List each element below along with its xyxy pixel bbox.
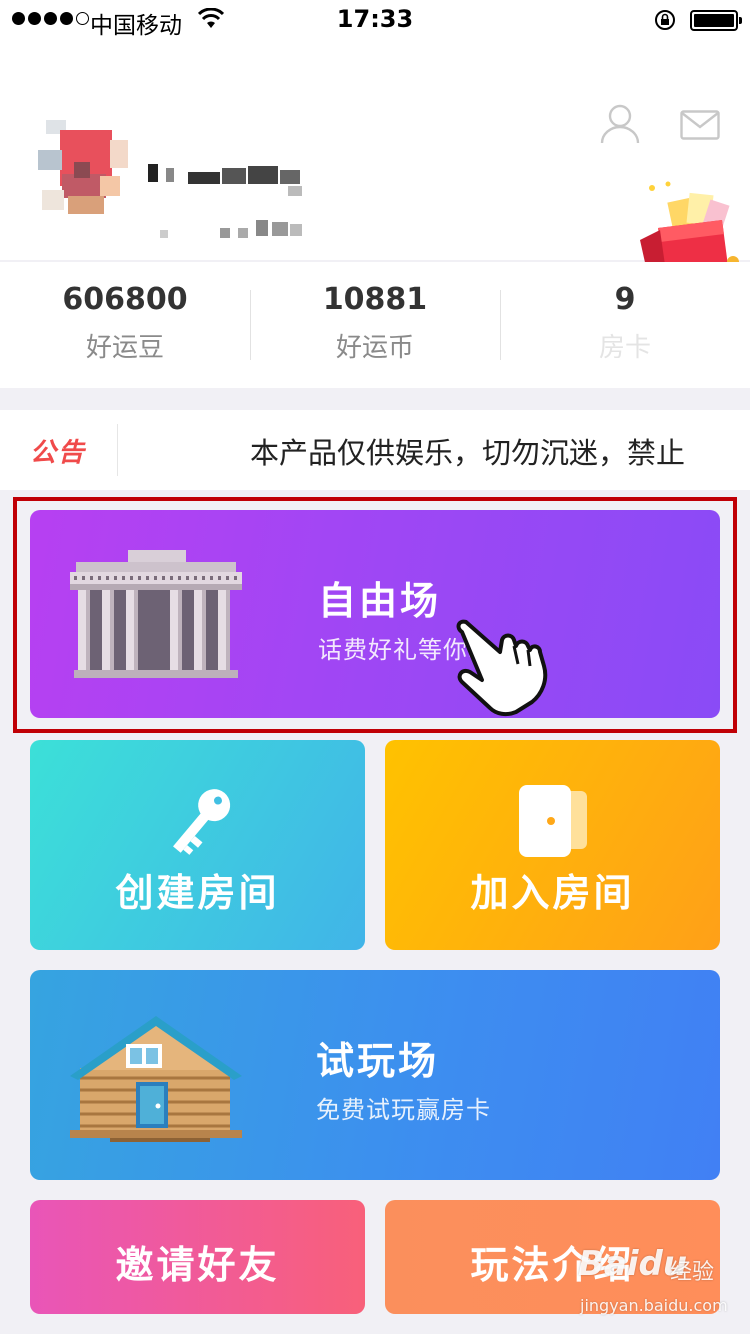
create-room-card[interactable]: 创建房间 (30, 740, 365, 950)
join-room-card[interactable]: 加入房间 (385, 740, 720, 950)
avatar[interactable] (38, 120, 130, 250)
free-mode-card[interactable]: 自由场 话费好礼等你拿 (30, 510, 720, 718)
key-icon (173, 789, 231, 855)
stats-bar: 606800 好运豆 10881 好运币 9 房卡 (0, 262, 750, 388)
user-icon[interactable] (600, 103, 640, 145)
card-title: 自由场 (318, 579, 442, 623)
stat-value: 9 (614, 282, 636, 317)
status-time: 17:33 (336, 5, 414, 33)
door-icon (519, 785, 587, 857)
card-title: 创建房间 (115, 871, 280, 915)
announcement-bar[interactable]: 公告 本产品仅供娱乐，切勿沉迷，禁止 (0, 410, 750, 490)
mail-icon[interactable] (680, 110, 720, 140)
watermark-site: jingyan.baidu.com (580, 1296, 728, 1315)
stat-label: 好运币 (335, 333, 414, 363)
stat-lucky-coins[interactable]: 10881 好运币 (250, 262, 500, 388)
announcement-text: 本产品仅供娱乐，切勿沉迷，禁止 (250, 436, 686, 470)
cabin-icon (70, 1016, 242, 1142)
divider (117, 424, 118, 476)
battery-icon (690, 10, 742, 31)
user-id-pixelated (160, 216, 306, 240)
status-bar: 中国移动 17:33 (0, 0, 750, 40)
watermark-label: 经验 (670, 1260, 715, 1285)
trial-mode-card[interactable]: 试玩场 免费试玩赢房卡 (30, 970, 720, 1180)
building-icon (70, 550, 242, 678)
pointing-hand-icon (456, 619, 548, 717)
rotation-lock-icon (655, 10, 675, 30)
stat-value: 10881 (322, 282, 428, 317)
stat-value: 606800 (62, 282, 188, 317)
card-title: 邀请好友 (115, 1243, 280, 1287)
profile-header (0, 40, 750, 277)
card-title: 加入房间 (470, 871, 635, 915)
card-subtitle: 免费试玩赢房卡 (316, 1096, 491, 1124)
card-title: 试玩场 (316, 1039, 440, 1083)
stat-label: 好运豆 (85, 333, 164, 363)
announcement-tag: 公告 (30, 438, 87, 468)
stat-room-cards[interactable]: 9 房卡 (500, 262, 750, 388)
baidu-jingyan-watermark: Baidu 经验 jingyan.baidu.com (578, 1240, 728, 1320)
invite-friends-card[interactable]: 邀请好友 (30, 1200, 365, 1314)
username-pixelated (148, 160, 304, 200)
stat-lucky-beans[interactable]: 606800 好运豆 (0, 262, 250, 388)
stat-label: 房卡 (598, 333, 651, 363)
